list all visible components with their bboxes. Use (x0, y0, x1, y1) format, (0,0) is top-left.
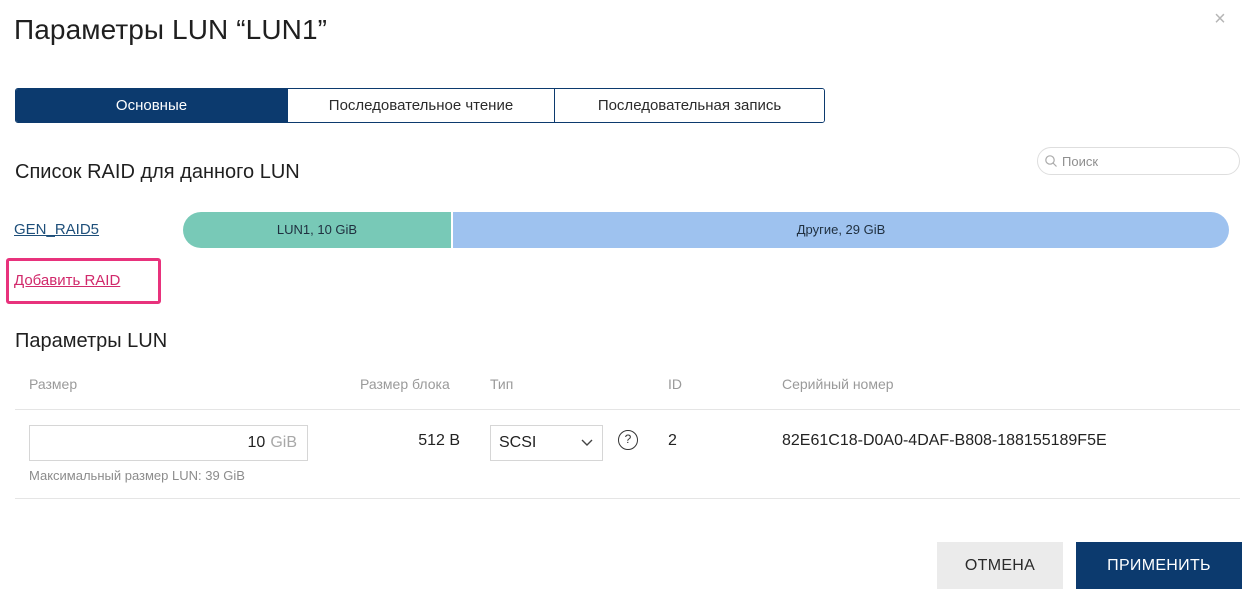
block-size-value: 512 B (418, 432, 460, 449)
raid-segment-other: Другие, 29 GiB (451, 212, 1229, 248)
tab-general[interactable]: Основные (16, 89, 287, 122)
header-serial: Серийный номер (782, 376, 894, 392)
raid-segment-lun1[interactable]: LUN1, 10 GiB (183, 212, 451, 248)
divider (15, 498, 1240, 499)
chevron-down-icon (581, 439, 593, 446)
search-icon (1045, 155, 1057, 167)
tab-sequential-read[interactable]: Последовательное чтение (287, 89, 554, 122)
type-value: SCSI (499, 434, 537, 451)
size-unit: GiB (270, 434, 297, 451)
header-block-size: Размер блока (360, 376, 450, 392)
tab-bar: Основные Последовательное чтение Последо… (15, 88, 825, 123)
search-input[interactable] (1060, 152, 1234, 170)
dialog-title: Параметры LUN “LUN1” (14, 14, 328, 45)
search-box[interactable] (1037, 147, 1240, 175)
apply-button[interactable]: ПРИМЕНИТЬ (1076, 542, 1242, 589)
size-input[interactable]: 10 GiB (29, 425, 308, 461)
tab-sequential-write[interactable]: Последовательная запись (554, 89, 824, 122)
add-raid-link[interactable]: Добавить RAID (14, 272, 120, 289)
header-id: ID (668, 376, 682, 392)
raid-list-title: Список RAID для данного LUN (15, 161, 300, 183)
type-select[interactable]: SCSI (490, 425, 603, 461)
cancel-button[interactable]: ОТМЕНА (937, 542, 1063, 589)
raid-link-gen-raid5[interactable]: GEN_RAID5 (14, 221, 99, 238)
size-value: 10 (247, 434, 266, 451)
header-size: Размер (29, 376, 78, 392)
header-type: Тип (490, 376, 514, 392)
close-icon[interactable]: × (1209, 8, 1231, 30)
divider (15, 409, 1240, 410)
id-value: 2 (668, 432, 677, 449)
help-icon[interactable]: ? (618, 430, 638, 450)
serial-value: 82E61C18-D0A0-4DAF-B808-188155189F5E (782, 432, 1107, 449)
max-size-note: Максимальный размер LUN: 39 GiB (29, 468, 245, 483)
raid-usage-bar: LUN1, 10 GiB Другие, 29 GiB (183, 212, 1229, 248)
lun-params-title: Параметры LUN (15, 330, 168, 352)
